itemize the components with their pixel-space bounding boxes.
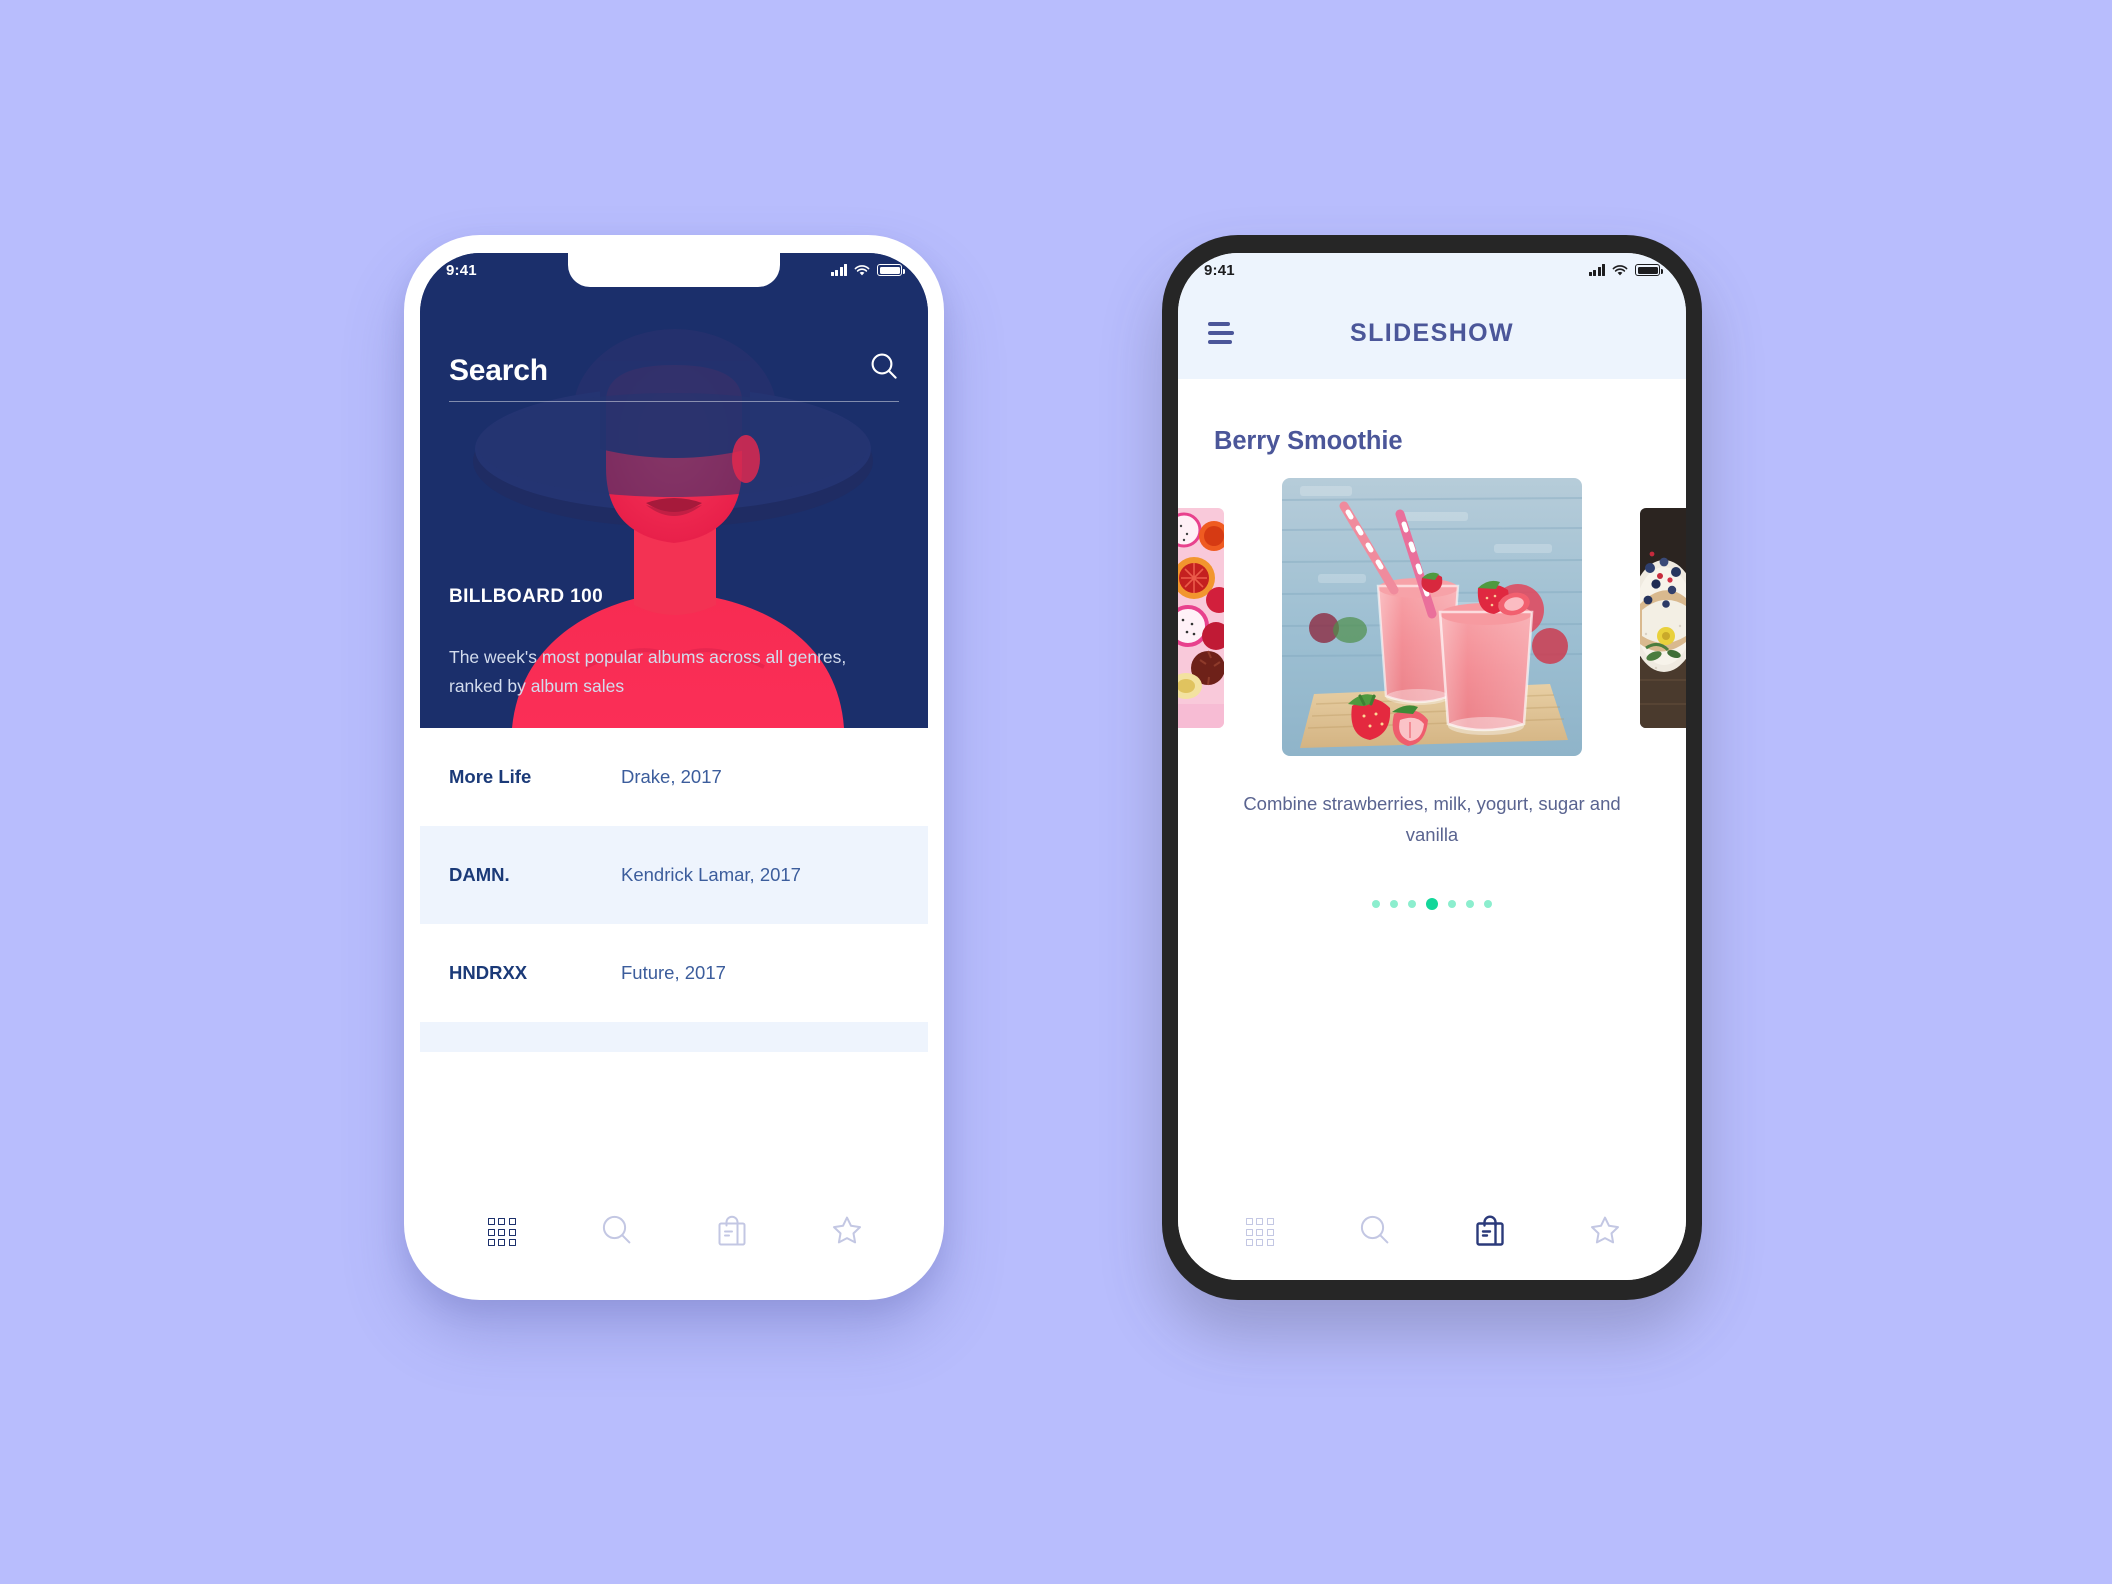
hero-banner: Search BILLBOARD 100 The week's most pop…	[420, 253, 928, 728]
star-icon	[1588, 1213, 1622, 1252]
pagination-dot[interactable]	[1372, 900, 1380, 909]
phone-device-right: 9:41 SLIDESHOW Berry Smoothie Combine st…	[1162, 235, 1702, 1300]
table-row[interactable]: More Life Drake, 2017	[420, 728, 928, 826]
search-icon[interactable]	[869, 351, 899, 386]
album-meta: Drake, 2017	[621, 766, 722, 787]
pagination-dot[interactable]	[1466, 900, 1474, 909]
slideshow-header: SLIDESHOW	[1178, 287, 1686, 379]
hero-description: The week's most popular albums across al…	[449, 647, 847, 696]
search-label: Search	[449, 354, 548, 387]
slide-caption: Combine strawberries, milk, yogurt, suga…	[1243, 793, 1621, 846]
tab-bar-right	[1178, 1184, 1686, 1280]
album-title: HNDRXX	[449, 962, 528, 983]
star-icon	[830, 1213, 864, 1252]
slideshow-body: Berry Smoothie Combine strawberries, mil…	[1178, 379, 1686, 1184]
table-row-partial[interactable]	[420, 1022, 928, 1052]
table-row[interactable]: DAMN. Kendrick Lamar, 2017	[420, 826, 928, 924]
carousel-peek-right[interactable]	[1640, 508, 1686, 728]
pagination-dot-active[interactable]	[1426, 898, 1438, 911]
status-bar-right: 9:41	[1178, 253, 1686, 287]
status-icons	[830, 264, 905, 276]
sidebar-item-shop[interactable]	[1459, 1201, 1521, 1263]
sidebar-item-apps[interactable]	[471, 1201, 533, 1263]
sidebar-item-favorites[interactable]	[816, 1201, 878, 1263]
hamburger-icon[interactable]	[1208, 322, 1234, 344]
search-bar[interactable]: Search	[449, 351, 899, 402]
sidebar-item-shop[interactable]	[701, 1201, 763, 1263]
carousel-pagination	[1178, 898, 1686, 911]
album-title: DAMN.	[449, 864, 510, 885]
signal-bars-icon	[1588, 264, 1605, 276]
status-time: 9:41	[1204, 261, 1235, 279]
bag-icon	[1474, 1213, 1506, 1252]
page-title: SLIDESHOW	[1350, 318, 1514, 347]
search-icon	[1358, 1213, 1392, 1252]
table-row[interactable]: HNDRXX Future, 2017	[420, 924, 928, 1022]
pagination-dot[interactable]	[1390, 900, 1398, 909]
signal-bars-icon	[830, 264, 847, 276]
wifi-icon	[854, 264, 870, 276]
grid-icon	[487, 1218, 516, 1246]
pagination-dot[interactable]	[1484, 900, 1492, 909]
status-time: 9:41	[446, 261, 477, 279]
sidebar-item-search[interactable]	[586, 1201, 648, 1263]
album-title: More Life	[449, 766, 532, 787]
image-carousel[interactable]	[1178, 478, 1686, 758]
slide-title: Berry Smoothie	[1214, 427, 1403, 455]
phone-right-screen: 9:41 SLIDESHOW Berry Smoothie Combine st…	[1178, 253, 1686, 1280]
battery-icon	[1635, 264, 1663, 276]
status-bar-left: 9:41	[420, 253, 928, 287]
tab-bar-left	[420, 1184, 928, 1280]
screenshot-stage: 9:41 Search BILLBOARD 100 The week's mos…	[0, 0, 2112, 1584]
phone-left-screen: 9:41 Search BILLBOARD 100 The week's mos…	[420, 253, 928, 1280]
status-icons	[1588, 264, 1663, 276]
bag-icon	[716, 1213, 748, 1252]
sidebar-item-search[interactable]	[1344, 1201, 1406, 1263]
grid-icon	[1245, 1218, 1274, 1246]
album-list: More Life Drake, 2017 DAMN. Kendrick Lam…	[420, 728, 928, 1184]
phone-device-left: 9:41 Search BILLBOARD 100 The week's mos…	[404, 235, 944, 1300]
album-meta: Future, 2017	[621, 962, 726, 983]
wifi-icon	[1612, 264, 1628, 276]
carousel-main-image[interactable]	[1282, 478, 1582, 756]
search-icon	[600, 1213, 634, 1252]
carousel-peek-left[interactable]	[1178, 508, 1224, 728]
hero-kicker: BILLBOARD 100	[449, 586, 604, 607]
sidebar-item-favorites[interactable]	[1574, 1201, 1636, 1263]
album-meta: Kendrick Lamar, 2017	[621, 864, 801, 885]
battery-icon	[877, 264, 905, 276]
pagination-dot[interactable]	[1448, 900, 1456, 909]
pagination-dot[interactable]	[1408, 900, 1416, 909]
sidebar-item-apps[interactable]	[1229, 1201, 1291, 1263]
